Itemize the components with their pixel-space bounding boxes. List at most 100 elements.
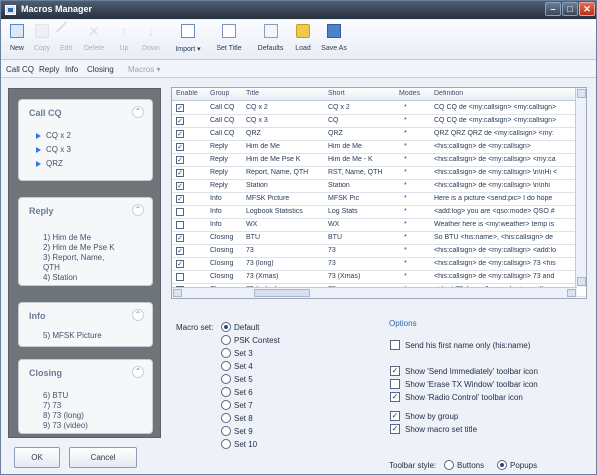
delete-button[interactable]: ✕ Delete [78,23,110,57]
enable-checkbox[interactable]: ✓ [176,260,184,268]
macro-set-radio[interactable] [221,335,231,345]
table-row[interactable]: Info WX WX * Weather here is <my:weather> te… [172,219,586,232]
set-title-button[interactable]: Set Title [209,23,249,57]
group-title-info: Info [29,311,46,321]
maximize-button[interactable]: □ [562,2,578,16]
macro-set-radio[interactable] [221,322,231,332]
down-button[interactable]: ↓ Down [137,23,165,57]
cancel-button[interactable]: Cancel [69,447,137,468]
macro-set-radio[interactable] [221,361,231,371]
macros-dropdown[interactable]: Macros ▾ [128,65,160,74]
minimize-button[interactable]: – [545,2,561,16]
sidebar-item-mfsk-picture[interactable]: 5) MFSK Picture [43,331,102,341]
new-button[interactable]: New [5,23,29,57]
table-row[interactable]: Info Logbook Statistics Log Stats * <add:log… [172,206,586,219]
table-row[interactable]: ✓ Call CQ QRZ QRZ * QRZ QRZ QRZ de <my:callsi… [172,128,586,141]
enable-checkbox[interactable]: ✓ [176,143,184,151]
enable-checkbox[interactable]: ✓ [176,130,184,138]
table-row[interactable]: ✓ Closing 73 73 * <his:callsign> de <my:calls… [172,245,586,258]
column-header-title[interactable]: Title [246,90,259,97]
column-header-short[interactable]: Short [328,90,345,97]
macro-set-radio[interactable] [221,374,231,384]
table-row[interactable]: ✓ Call CQ CQ x 3 CQ * CQ CQ de <my:callsign> … [172,115,586,128]
table-row[interactable]: ✓ Closing 73 (long) 73 * <his:callsign> de <m… [172,258,586,271]
group-cell: Info [210,221,222,228]
sidebar-item-73-video[interactable]: 9) 73 (video) [43,421,88,431]
column-header-definition[interactable]: Definition [434,90,463,97]
macro-set-radio[interactable] [221,426,231,436]
collapse-icon[interactable]: ⌃ [132,106,144,118]
edit-button[interactable]: Edit [54,21,78,57]
ok-button[interactable]: OK [14,447,60,468]
group-button-closing[interactable]: Closing [87,65,114,74]
collapse-icon[interactable]: ⌃ [132,366,144,378]
table-row[interactable]: ✓ Reply Him de Me Pse K Him de Me - K * <his:… [172,154,586,167]
option-checkbox[interactable]: ✓ [390,424,400,434]
collapse-icon[interactable]: ⌃ [132,204,144,216]
column-header-modes[interactable]: Modes [399,90,420,97]
modes-cell: * [404,208,407,215]
enable-checkbox[interactable]: ✓ [176,195,184,203]
sidebar-item-him-de-me[interactable]: 1) Him de Me [43,233,91,243]
toolbar-style-popups-radio[interactable] [497,460,507,470]
scroll-left-icon[interactable] [173,289,182,297]
sidebar-item-qrz[interactable]: QRZ [36,159,63,168]
option-checkbox[interactable]: ✓ [390,411,400,421]
table-row[interactable]: ✓ Info MFSK Picture MFSK Pic * Here is a pict… [172,193,586,206]
group-button-call-cq[interactable]: Call CQ [6,65,34,74]
collapse-icon[interactable]: ⌃ [132,309,144,321]
sidebar-item-cq-x-2[interactable]: CQ x 2 [36,131,71,140]
enable-checkbox[interactable] [176,273,184,281]
macro-set-radio[interactable] [221,439,231,449]
table-row[interactable]: ✓ Call CQ CQ x 2 CQ x 2 * CQ CQ de <my:callsi… [172,102,586,115]
option-checkbox[interactable]: ✓ [390,366,400,376]
toolbar-style-buttons-radio[interactable] [444,460,454,470]
table-row[interactable]: ✓ Reply Report, Name, QTH RST, Name, QTH * <h… [172,167,586,180]
option-checkbox[interactable] [390,340,400,350]
vertical-scrollbar[interactable] [575,88,586,287]
macro-set-radio[interactable] [221,387,231,397]
sidebar-item-qth[interactable]: QTH [43,263,60,273]
enable-checkbox[interactable] [176,221,184,229]
table-row[interactable]: Closing 73 (Xmas) 73 (Xmas) * <his:callsign>… [172,271,586,284]
scroll-right-icon[interactable] [567,289,576,297]
enable-checkbox[interactable]: ✓ [176,169,184,177]
macro-set-radio[interactable] [221,348,231,358]
group-button-reply[interactable]: Reply [39,65,59,74]
load-button[interactable]: Load [291,23,315,57]
enable-checkbox[interactable]: ✓ [176,182,184,190]
close-button[interactable]: ✕ [579,2,595,16]
group-button-info[interactable]: Info [65,65,78,74]
sidebar-item-73-long[interactable]: 8) 73 (long) [43,411,84,421]
sidebar-item-73[interactable]: 7) 73 [43,401,61,411]
enable-checkbox[interactable] [176,208,184,216]
enable-checkbox[interactable]: ✓ [176,104,184,112]
column-header-group[interactable]: Group [210,90,229,97]
up-button[interactable]: ↑ Up [112,23,136,57]
macro-set-radio[interactable] [221,413,231,423]
table-row[interactable]: ✓ Reply Him de Me Him de Me * <his:callsign> … [172,141,586,154]
import-button[interactable]: Import ▾ [167,23,209,57]
scroll-thumb[interactable] [254,289,310,297]
copy-button[interactable]: Copy [30,23,54,57]
enable-checkbox[interactable]: ✓ [176,247,184,255]
scroll-up-icon[interactable] [577,89,586,98]
column-header-enable[interactable]: Enable [176,90,198,97]
sidebar-item-him-de-me-pse-k[interactable]: 2) Him de Me Pse K [43,243,115,253]
table-row[interactable]: ✓ Reply Station Station * <his:callsign> de <… [172,180,586,193]
enable-checkbox[interactable]: ✓ [176,117,184,125]
option-checkbox[interactable]: ✓ [390,392,400,402]
defaults-button[interactable]: Defaults [250,23,291,57]
sidebar-item-cq-x-3[interactable]: CQ x 3 [36,145,71,154]
enable-checkbox[interactable]: ✓ [176,234,184,242]
option-checkbox[interactable] [390,379,400,389]
sidebar-item-btu[interactable]: 6) BTU [43,391,68,401]
table-row[interactable]: ✓ Closing BTU BTU * So BTU <his:name>, <his:c… [172,232,586,245]
save-as-button[interactable]: Save As [316,23,352,57]
scroll-down-icon[interactable] [577,277,586,286]
enable-checkbox[interactable]: ✓ [176,156,184,164]
sidebar-item-station[interactable]: 4) Station [43,273,77,283]
horizontal-scrollbar[interactable] [172,287,577,298]
macro-set-radio[interactable] [221,400,231,410]
sidebar-item-report-name[interactable]: 3) Report, Name, [43,253,104,263]
